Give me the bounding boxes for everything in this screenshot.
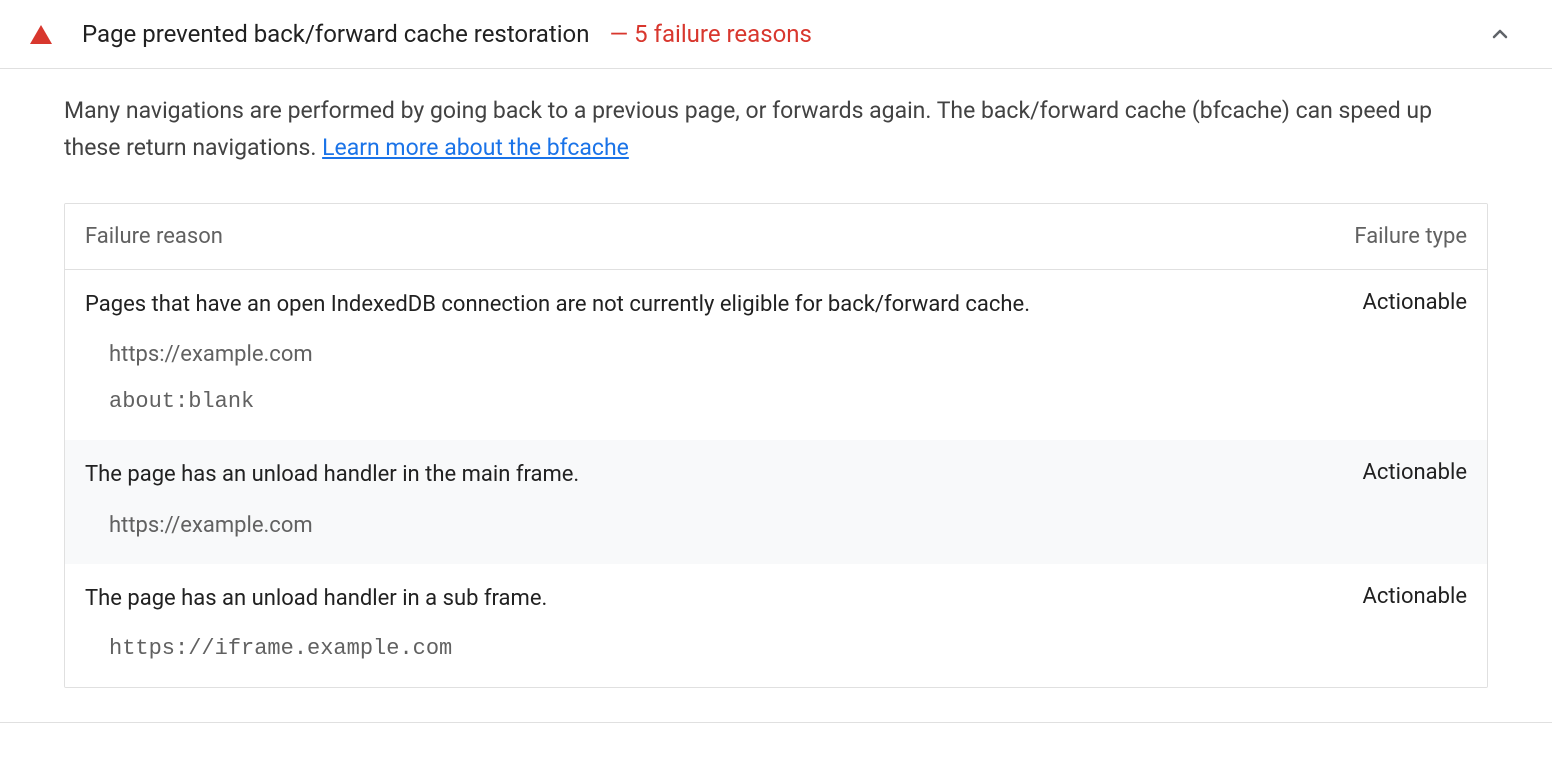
url-item: https://iframe.example.com <box>109 634 1467 665</box>
table-body: Pages that have an open IndexedDB connec… <box>65 270 1487 688</box>
audit-panel: Page prevented back/forward cache restor… <box>0 0 1552 723</box>
url-item: about:blank <box>109 387 1467 418</box>
failure-type: Actionable <box>1287 584 1467 609</box>
url-item: https://example.com <box>109 340 1467 371</box>
description-text: Many navigations are performed by going … <box>64 97 1432 161</box>
table-row: The page has an unload handler in a sub … <box>65 564 1487 688</box>
failure-reason: The page has an unload handler in the ma… <box>85 460 1287 491</box>
failure-reason: The page has an unload handler in a sub … <box>85 584 1287 615</box>
table-row: The page has an unload handler in the ma… <box>65 440 1487 564</box>
row-top: The page has an unload handler in a sub … <box>85 584 1467 615</box>
col-type-header: Failure type <box>1287 224 1467 249</box>
audit-body: Many navigations are performed by going … <box>0 69 1552 722</box>
col-reason-header: Failure reason <box>85 224 1287 249</box>
table-header: Failure reason Failure type <box>65 204 1487 270</box>
url-list: https://example.com about:blank <box>85 340 1467 418</box>
url-item: https://example.com <box>109 511 1467 542</box>
audit-summary: — 5 failure reasons <box>609 20 811 48</box>
row-top: The page has an unload handler in the ma… <box>85 460 1467 491</box>
audit-header[interactable]: Page prevented back/forward cache restor… <box>0 0 1552 69</box>
failure-type: Actionable <box>1287 460 1467 485</box>
table-row: Pages that have an open IndexedDB connec… <box>65 270 1487 440</box>
audit-title: Page prevented back/forward cache restor… <box>82 20 589 48</box>
warning-triangle-icon <box>30 25 52 44</box>
failure-type: Actionable <box>1287 290 1467 315</box>
failure-reason: Pages that have an open IndexedDB connec… <box>85 290 1287 321</box>
failure-table: Failure reason Failure type Pages that h… <box>64 203 1488 689</box>
row-top: Pages that have an open IndexedDB connec… <box>85 290 1467 321</box>
summary-count: 5 failure reasons <box>634 20 812 48</box>
audit-description: Many navigations are performed by going … <box>64 93 1488 167</box>
url-list: https://iframe.example.com <box>85 634 1467 665</box>
learn-more-link[interactable]: Learn more about the bfcache <box>322 134 629 161</box>
url-list: https://example.com <box>85 511 1467 542</box>
summary-dash: — <box>609 20 628 48</box>
chevron-up-icon[interactable] <box>1488 22 1512 46</box>
